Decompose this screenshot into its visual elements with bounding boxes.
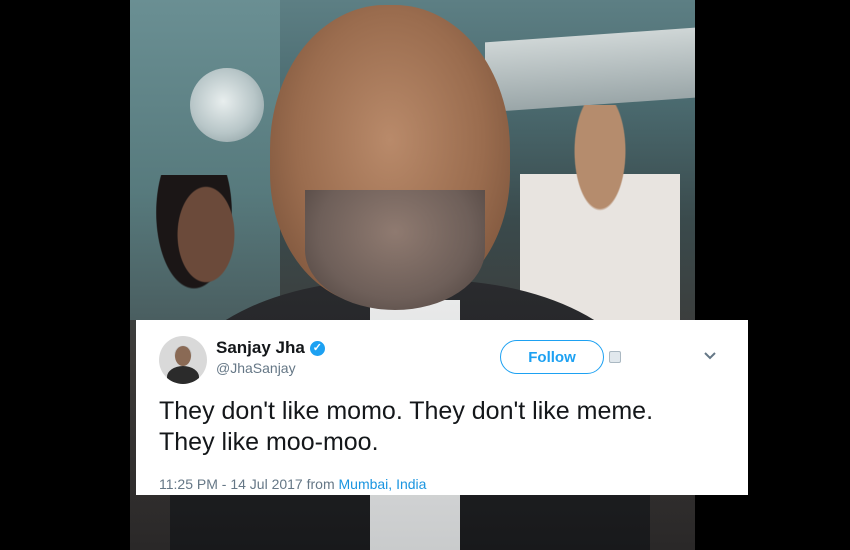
verified-badge-icon: ✓ <box>309 340 325 356</box>
display-name[interactable]: Sanjay Jha ✓ <box>216 338 325 358</box>
follow-button[interactable]: Follow <box>500 340 604 374</box>
tweet-card: Sanjay Jha ✓ @JhaSanjay Follow They don'… <box>136 320 748 495</box>
display-name-text[interactable]: Sanjay Jha <box>216 338 305 358</box>
avatar-torso <box>167 366 199 384</box>
background-fan <box>190 68 264 142</box>
tweet-timestamp[interactable]: 11:25 PM - 14 Jul 2017 from <box>159 476 335 492</box>
avatar[interactable] <box>159 336 207 384</box>
avatar-face <box>175 346 191 366</box>
tweet-meta: 11:25 PM - 14 Jul 2017 from Mumbai, Indi… <box>159 476 426 492</box>
image-icon <box>609 351 621 363</box>
tweet-location[interactable]: Mumbai, India <box>339 476 427 492</box>
tweet-text-line-1: They don't like momo. They don't like me… <box>159 397 654 425</box>
chevron-down-icon[interactable] <box>703 351 717 361</box>
tweet-text: They don't like momo. They don't like me… <box>159 396 729 458</box>
tweet-text-line-2: They like moo-moo. <box>159 428 379 456</box>
user-handle[interactable]: @JhaSanjay <box>216 360 296 376</box>
background-awning <box>485 27 695 113</box>
beard <box>305 190 485 310</box>
